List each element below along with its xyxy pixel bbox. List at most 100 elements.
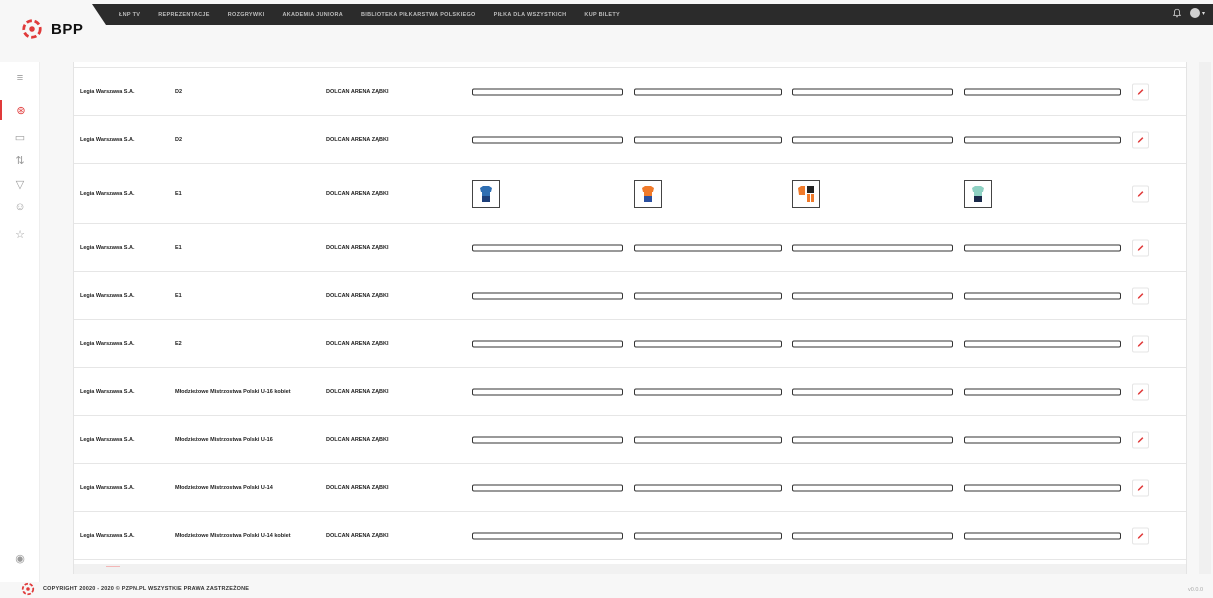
top-nav-item[interactable]: BIBLIOTEKA PIŁKARSTWA POLSKIEGO: [361, 12, 476, 18]
kit-home-field[interactable]: [472, 136, 623, 143]
competition-class: D2: [175, 136, 183, 143]
kit-away-icon[interactable]: [634, 179, 662, 208]
star-icon[interactable]: ☆: [0, 224, 40, 244]
club-name: Legia Warszawa S.A.: [80, 292, 135, 299]
kit-third-icon[interactable]: [792, 179, 820, 208]
box-icon[interactable]: ▭: [0, 127, 40, 147]
table-row: Legia Warszawa S.A. Młodzieżowe Mistrzost…: [74, 464, 1186, 512]
kit-away-field[interactable]: [634, 136, 782, 143]
kit-home-field[interactable]: [472, 388, 623, 395]
pagination-marker: [106, 566, 120, 567]
top-nav-item[interactable]: KUP BILETY: [584, 12, 620, 18]
ball-icon[interactable]: ⊛: [0, 100, 40, 120]
stadium-name: DOLCAN ARENA ZĄBKI: [326, 484, 389, 491]
edit-button[interactable]: [1132, 479, 1149, 496]
bell-icon[interactable]: [1172, 8, 1182, 18]
version-label: v0.0.0: [1188, 587, 1203, 593]
kit-away-field[interactable]: [634, 244, 782, 251]
shirt-icon[interactable]: ▽: [0, 174, 40, 194]
top-nav-item[interactable]: AKADEMIA JUNIORA: [282, 12, 343, 18]
top-navigation: ŁNP TV REPREZENTACJE ROZGRYWKI AKADEMIA JUN…: [92, 4, 1213, 25]
kit-third-field[interactable]: [792, 292, 953, 299]
club-name: Legia Warszawa S.A.: [80, 436, 135, 443]
kit-away-field[interactable]: [634, 484, 782, 491]
edit-button[interactable]: [1132, 431, 1149, 448]
kit-goalkeeper-field[interactable]: [964, 244, 1121, 251]
kit-third-field[interactable]: [792, 244, 953, 251]
sort-icon[interactable]: ⇅: [0, 150, 40, 170]
kit-goalkeeper-field[interactable]: [964, 532, 1121, 539]
table-row: Legia Warszawa S.A. D2 DOLCAN ARENA ZĄBKI: [74, 116, 1186, 164]
kit-third-field[interactable]: [792, 388, 953, 395]
kit-away-field[interactable]: [634, 292, 782, 299]
kit-goalkeeper-field[interactable]: [964, 88, 1121, 95]
kit-away-field[interactable]: [634, 88, 782, 95]
kit-third-field[interactable]: [792, 436, 953, 443]
kit-home-field[interactable]: [472, 292, 623, 299]
top-nav-item[interactable]: ROZGRYWKI: [228, 12, 265, 18]
club-name: Legia Warszawa S.A.: [80, 136, 135, 143]
user-menu[interactable]: ▾: [1189, 8, 1205, 18]
edit-button[interactable]: [1132, 527, 1149, 544]
vertical-scrollbar[interactable]: [1199, 62, 1211, 574]
kit-goalkeeper-icon[interactable]: [964, 179, 992, 208]
table-row: Legia Warszawa S.A. E2 DOLCAN ARENA ZĄBKI: [74, 320, 1186, 368]
edit-button[interactable]: [1132, 185, 1149, 202]
pencil-icon: [1137, 136, 1144, 143]
content-panel: Legia Warszawa S.A. D2 DOLCAN ARENA ZĄBKI L…: [73, 62, 1187, 574]
edit-button[interactable]: [1132, 239, 1149, 256]
kit-third-field[interactable]: [792, 532, 953, 539]
chevron-down-icon: ▾: [1201, 10, 1205, 17]
user-circle-icon[interactable]: ◉: [0, 548, 40, 568]
top-nav-right: ▾: [1172, 8, 1205, 18]
kit-goalkeeper-field[interactable]: [964, 388, 1121, 395]
menu-icon[interactable]: ≡: [0, 68, 40, 88]
kit-goalkeeper-field[interactable]: [964, 136, 1121, 143]
stadium-name: DOLCAN ARENA ZĄBKI: [326, 292, 389, 299]
kit-home-field[interactable]: [472, 244, 623, 251]
kit-away-field[interactable]: [634, 532, 782, 539]
top-nav-item[interactable]: PIŁKA DLA WSZYSTKICH: [494, 12, 567, 18]
competition-class: Młodzieżowe Mistrzostwa Polski U-16: [175, 436, 273, 443]
copyright-text: COPYRIGHT 20020 - 2020 © PZPN.PL WSZYSTK…: [43, 586, 250, 592]
kit-goalkeeper-field[interactable]: [964, 340, 1121, 347]
kit-home-icon[interactable]: [472, 179, 500, 208]
competition-class: E2: [175, 340, 182, 347]
kit-goalkeeper-field[interactable]: [964, 484, 1121, 491]
pencil-icon: [1137, 292, 1144, 299]
top-nav-item[interactable]: ŁNP TV: [119, 12, 140, 18]
kit-goalkeeper-field[interactable]: [964, 292, 1121, 299]
stadium-name: DOLCAN ARENA ZĄBKI: [326, 244, 389, 251]
panel-bottom-strip: [74, 564, 1186, 574]
club-name: Legia Warszawa S.A.: [80, 532, 135, 539]
users-icon[interactable]: ☺: [0, 197, 40, 217]
edit-button[interactable]: [1132, 83, 1149, 100]
kit-away-field[interactable]: [634, 388, 782, 395]
competition-class: Młodzieżowe Mistrzostwa Polski U-16 kobi…: [175, 388, 291, 395]
kit-third-field[interactable]: [792, 136, 953, 143]
pencil-icon: [1137, 532, 1144, 539]
kit-home-field[interactable]: [472, 484, 623, 491]
logo[interactable]: BPP: [21, 18, 83, 40]
competition-class: E1: [175, 190, 182, 197]
edit-button[interactable]: [1132, 287, 1149, 304]
pencil-icon: [1137, 244, 1144, 251]
club-name: Legia Warszawa S.A.: [80, 244, 135, 251]
edit-button[interactable]: [1132, 131, 1149, 148]
kit-home-field[interactable]: [472, 340, 623, 347]
table-row: Legia Warszawa S.A. E1 DOLCAN ARENA ZĄBKI: [74, 164, 1186, 224]
kit-third-field[interactable]: [792, 340, 953, 347]
kit-home-field[interactable]: [472, 436, 623, 443]
kit-away-field[interactable]: [634, 340, 782, 347]
sidebar: ≡ ⊛ ▭ ⇅ ▽ ☺ ☆ ◉: [0, 62, 40, 582]
data-table: Legia Warszawa S.A. D2 DOLCAN ARENA ZĄBKI L…: [74, 68, 1186, 560]
kit-away-field[interactable]: [634, 436, 782, 443]
kit-goalkeeper-field[interactable]: [964, 436, 1121, 443]
kit-third-field[interactable]: [792, 88, 953, 95]
top-nav-item[interactable]: REPREZENTACJE: [158, 12, 209, 18]
kit-home-field[interactable]: [472, 532, 623, 539]
edit-button[interactable]: [1132, 383, 1149, 400]
kit-third-field[interactable]: [792, 484, 953, 491]
edit-button[interactable]: [1132, 335, 1149, 352]
kit-home-field[interactable]: [472, 88, 623, 95]
